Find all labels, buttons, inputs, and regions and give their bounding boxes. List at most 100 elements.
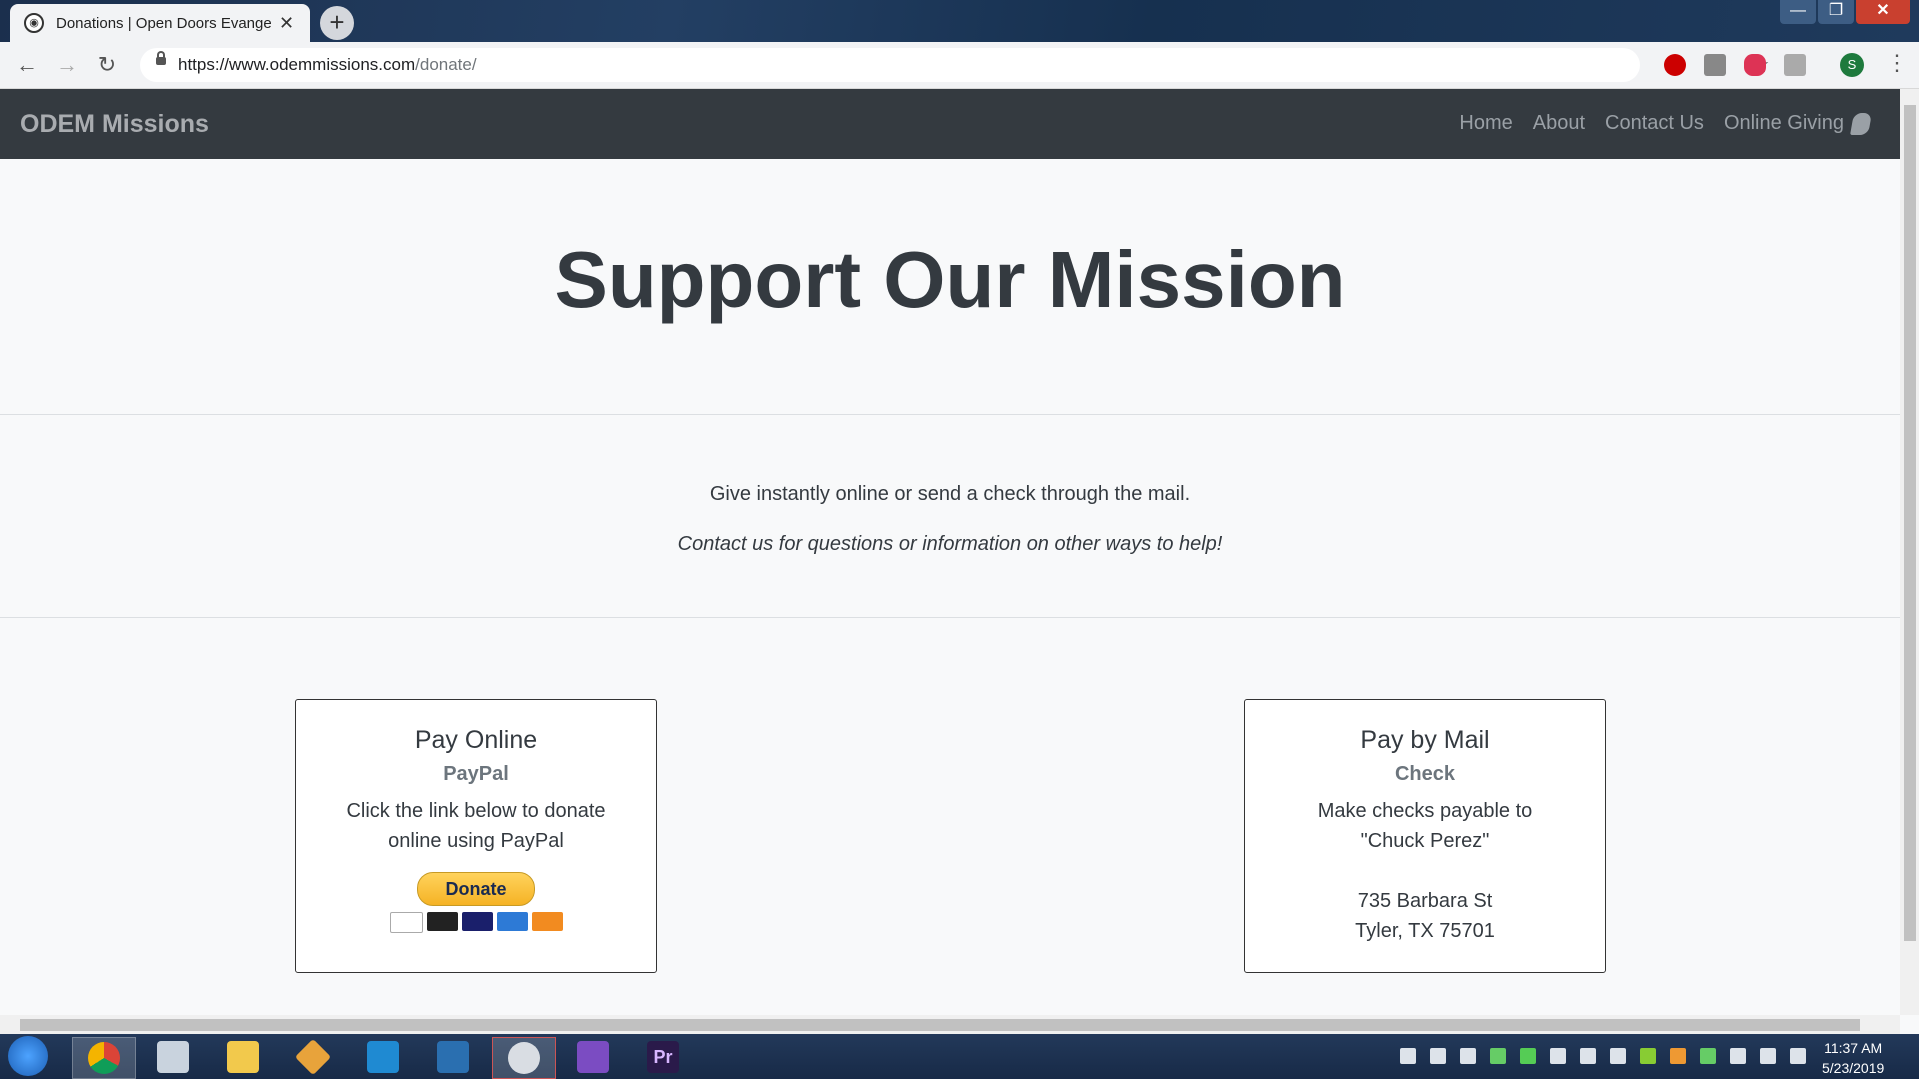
nav-links: Home About Contact Us Online Giving: [1459, 112, 1872, 135]
taskbar-visual-studio[interactable]: [562, 1037, 624, 1077]
maestro-icon: [461, 912, 493, 931]
taskbar-powershell[interactable]: [422, 1037, 484, 1077]
horizontal-scroll-thumb[interactable]: [20, 1019, 1860, 1031]
tray-icon[interactable]: [1610, 1048, 1626, 1064]
powershell-icon: [437, 1041, 469, 1073]
address-bar[interactable]: https://www.odemmissions.com/donate/ ☆: [140, 48, 1770, 82]
signal-icon[interactable]: [1790, 1048, 1806, 1064]
visa-icon: [389, 912, 423, 933]
credit-card-logos: [296, 912, 656, 933]
taskbar-file-explorer[interactable]: [212, 1037, 274, 1077]
taskbar-vscode[interactable]: [352, 1037, 414, 1077]
nvidia-tray-icon[interactable]: [1640, 1048, 1656, 1064]
extension-icon[interactable]: [1744, 54, 1766, 76]
tray-icon[interactable]: [1520, 1048, 1536, 1064]
horizontal-scrollbar[interactable]: [0, 1015, 1900, 1034]
intro-section: Give instantly online or send a check th…: [0, 415, 1900, 618]
pay-by-mail-card: Pay by Mail Check Make checks payable to…: [1244, 699, 1606, 973]
nav-about[interactable]: About: [1533, 112, 1585, 135]
visual-studio-icon: [577, 1041, 609, 1073]
url-text[interactable]: https://www.odemmissions.com/donate/: [178, 55, 477, 75]
mailing-address: 735 Barbara St Tyler, TX 75701: [1245, 886, 1605, 946]
taskbar-premiere[interactable]: Pr: [632, 1037, 694, 1077]
taskbar-clock[interactable]: 11:37 AM 5/23/2019: [1822, 1038, 1884, 1078]
nav-home[interactable]: Home: [1459, 112, 1512, 135]
paypal-donate-button[interactable]: Donate: [417, 872, 535, 906]
youtube-extension-icon[interactable]: [1664, 54, 1686, 76]
card-subtitle: PayPal: [443, 763, 509, 785]
browser-tab[interactable]: ◉ Donations | Open Doors Evangel ✕: [10, 4, 310, 42]
cloud-tray-icon[interactable]: [1400, 1048, 1416, 1064]
card-subtitle: Check: [1394, 763, 1456, 785]
paypal-icon: [1850, 112, 1872, 135]
clock-time: 11:37 AM: [1824, 1040, 1883, 1056]
nav-online-giving-label: Online Giving: [1723, 112, 1844, 134]
site-brand[interactable]: ODEM Missions: [20, 110, 209, 139]
tray-icon[interactable]: [1580, 1048, 1596, 1064]
back-arrow-icon[interactable]: ←: [12, 50, 42, 80]
card-text-line: Click the link below to donate: [346, 800, 606, 822]
card-title: Pay by Mail: [1360, 726, 1490, 754]
premiere-icon: Pr: [647, 1041, 679, 1073]
url-host: https://www.odemmissions.com: [178, 55, 416, 74]
address-line: Tyler, TX 75701: [1355, 920, 1495, 942]
site-navbar: ODEM Missions Home About Contact Us Onli…: [0, 89, 1900, 159]
clock-date: 5/23/2019: [1822, 1060, 1885, 1076]
calculator-icon: [157, 1041, 189, 1073]
new-tab-button[interactable]: +: [320, 6, 354, 40]
lock-icon: [156, 51, 166, 65]
vertical-scrollbar[interactable]: [1900, 89, 1919, 1015]
tray-icon[interactable]: [1670, 1048, 1686, 1064]
tray-icon[interactable]: [1490, 1048, 1506, 1064]
taskbar-calculator[interactable]: [142, 1037, 204, 1077]
address-line: 735 Barbara St: [1357, 890, 1493, 912]
card-title: Pay Online: [414, 726, 538, 754]
window-close-button[interactable]: ✕: [1856, 0, 1910, 24]
tray-icon[interactable]: [1550, 1048, 1566, 1064]
browser-menu-icon[interactable]: ⋮: [1886, 50, 1908, 76]
page-viewport: ODEM Missions Home About Contact Us Onli…: [0, 89, 1900, 1015]
card-text: Make checks payable to "Chuck Perez": [1245, 796, 1605, 856]
amex-icon: [496, 912, 528, 931]
intro-text: Give instantly online or send a check th…: [709, 483, 1191, 505]
card-text-line: online using PayPal: [388, 830, 564, 852]
page-title: Support Our Mission: [554, 235, 1346, 324]
briefcase-extension-icon[interactable]: [1784, 54, 1806, 76]
tab-close-icon[interactable]: ✕: [279, 13, 294, 34]
chrome-icon: [88, 1042, 120, 1074]
vscode-icon: [367, 1041, 399, 1073]
file-explorer-icon: [227, 1041, 259, 1073]
card-text: Click the link below to donate online us…: [296, 796, 656, 856]
start-button-icon[interactable]: [8, 1036, 48, 1076]
windows-taskbar: Pr 11:37 AM 5/23/2019: [0, 1034, 1919, 1079]
volume-icon[interactable]: [1760, 1048, 1776, 1064]
intro-contact-text: Contact us for questions or information …: [677, 533, 1223, 555]
nav-online-giving[interactable]: Online Giving: [1723, 112, 1872, 135]
tab-title: Donations | Open Doors Evangel: [56, 14, 271, 32]
tray-icon[interactable]: [1700, 1048, 1716, 1064]
browser-title-bar: ◉ Donations | Open Doors Evangel ✕ + — ❐…: [0, 0, 1919, 42]
network-tray-icon[interactable]: [1730, 1048, 1746, 1064]
taskbar-git[interactable]: [282, 1037, 344, 1077]
tray-icon[interactable]: [1430, 1048, 1446, 1064]
discover-icon: [531, 912, 563, 931]
tray-icon[interactable]: [1460, 1048, 1476, 1064]
nav-contact-us[interactable]: Contact Us: [1605, 112, 1704, 135]
card-text-line: "Chuck Perez": [1360, 830, 1490, 852]
hero-section: Support Our Mission: [0, 159, 1900, 415]
profile-avatar[interactable]: S: [1840, 53, 1864, 77]
git-icon: [294, 1038, 332, 1076]
browser-toolbar: ← → ↻ https://www.odemmissions.com/donat…: [0, 42, 1919, 89]
taskbar-snipping-tool[interactable]: [492, 1037, 556, 1079]
taskbar-chrome[interactable]: [72, 1037, 136, 1079]
forward-arrow-icon[interactable]: →: [52, 50, 82, 80]
vertical-scroll-thumb[interactable]: [1904, 105, 1916, 941]
pay-online-card: Pay Online PayPal Click the link below t…: [295, 699, 657, 973]
window-minimize-button[interactable]: —: [1780, 0, 1816, 24]
reload-icon[interactable]: ↻: [92, 50, 122, 80]
edit-extension-icon[interactable]: [1704, 54, 1726, 76]
window-maximize-button[interactable]: ❐: [1818, 0, 1854, 24]
globe-icon: ◉: [24, 13, 44, 33]
card-text-line: Make checks payable to: [1317, 800, 1533, 822]
url-path: /donate/: [415, 55, 477, 74]
